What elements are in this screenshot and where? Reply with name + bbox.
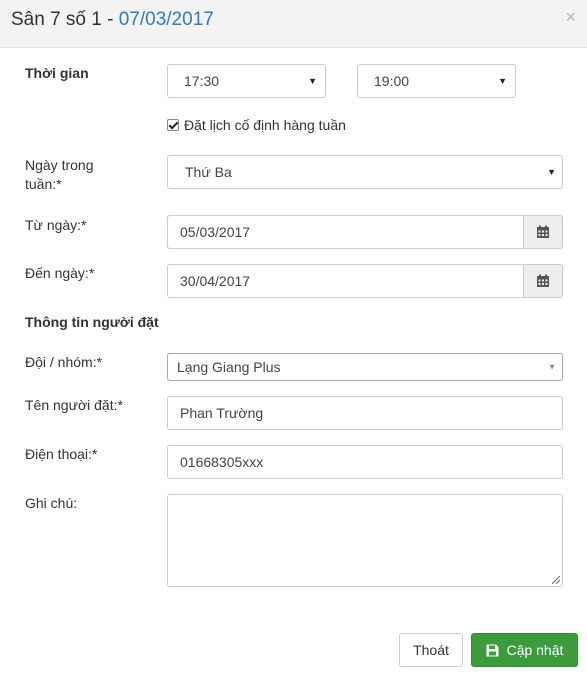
booker-name-label: Tên người đặt:* — [25, 397, 123, 413]
modal-title-date: 07/03/2017 — [118, 9, 214, 30]
from-date-input[interactable]: 05/03/2017 — [167, 215, 524, 249]
phone-label: Điện thoại:* — [25, 446, 98, 462]
note-label: Ghi chú: — [25, 495, 78, 511]
weekday-select[interactable]: Thứ Ba ▼ — [167, 155, 563, 189]
booker-name-input[interactable]: Phan Trường — [167, 396, 563, 430]
phone-value: 01668305xxx — [180, 454, 264, 470]
weekday-value: Thứ Ba — [185, 164, 232, 180]
cancel-button[interactable]: Thoát — [399, 633, 463, 667]
booker-name-value: Phan Trường — [180, 405, 264, 421]
to-date-value: 30/04/2017 — [180, 273, 251, 289]
team-value: Lạng Giang Plus — [177, 359, 281, 375]
caret-down-icon: ▼ — [498, 76, 507, 86]
caret-down-icon: ▼ — [308, 76, 317, 86]
end-time-value: 19:00 — [374, 73, 410, 89]
from-date-value: 05/03/2017 — [180, 224, 251, 240]
recurring-checkbox[interactable] — [167, 119, 179, 131]
resize-grip-icon[interactable] — [552, 576, 560, 584]
recurring-checkbox-row[interactable]: Đặt lịch cố định hàng tuần — [167, 115, 346, 135]
calendar-icon — [537, 225, 549, 238]
from-date-label: Từ ngày:* — [25, 217, 87, 233]
update-button[interactable]: Cập nhật — [471, 633, 578, 667]
calendar-icon — [537, 274, 549, 287]
caret-down-icon: ▼ — [548, 362, 556, 372]
end-time-select[interactable]: 19:00 ▼ — [357, 64, 516, 98]
modal-header: Sân 7 số 1 - 07/03/2017 × — [0, 0, 587, 48]
start-time-select[interactable]: 17:30 ▼ — [167, 64, 326, 98]
close-button[interactable]: × — [565, 8, 576, 26]
caret-down-icon: ▼ — [547, 167, 556, 177]
to-date-label: Đến ngày:* — [25, 265, 95, 281]
from-date-picker-button[interactable] — [524, 215, 563, 249]
booker-section-title: Thông tin người đặt — [25, 314, 159, 330]
team-select[interactable]: Lạng Giang Plus ▼ — [167, 353, 563, 381]
to-date-picker-button[interactable] — [524, 264, 563, 298]
update-button-label: Cập nhật — [506, 642, 564, 658]
floppy-disk-icon — [486, 644, 499, 657]
time-label: Thời gian — [25, 65, 89, 81]
phone-input[interactable]: 01668305xxx — [167, 445, 563, 479]
note-textarea[interactable] — [167, 494, 563, 587]
to-date-input[interactable]: 30/04/2017 — [167, 264, 524, 298]
modal-title: Sân 7 số 1 - 07/03/2017 — [11, 9, 214, 31]
weekday-label-line1: Ngày trong — [25, 157, 94, 173]
weekday-label: Ngày trong tuần:* — [25, 156, 93, 194]
modal-title-field: Sân 7 số 1 - — [11, 9, 119, 30]
recurring-label: Đặt lịch cố định hàng tuần — [184, 117, 346, 133]
weekday-label-line2: tuần:* — [25, 176, 62, 192]
start-time-value: 17:30 — [184, 73, 220, 89]
team-label: Đội / nhóm:* — [25, 354, 103, 370]
